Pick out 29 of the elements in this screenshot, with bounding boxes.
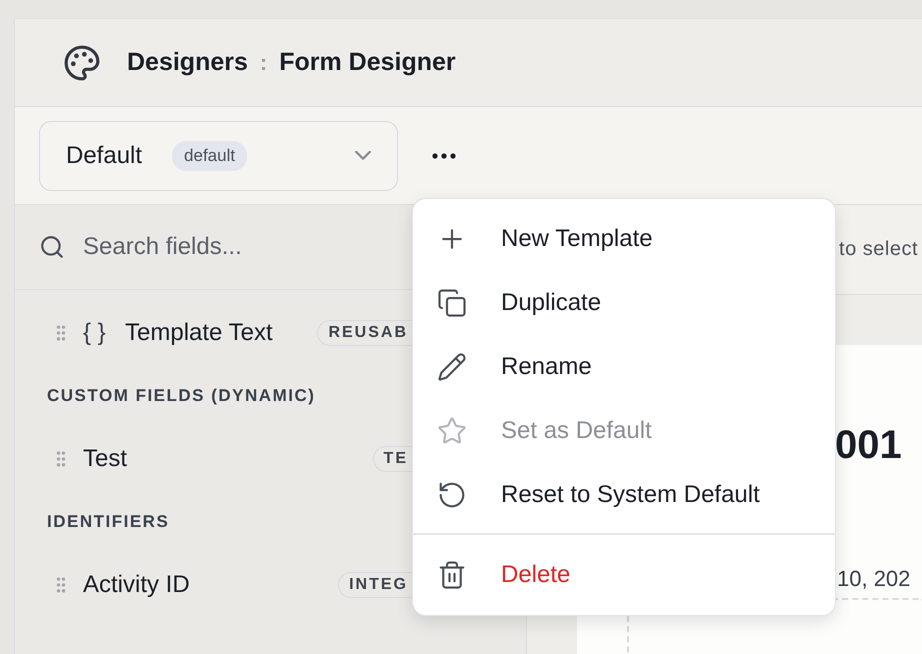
reset-icon bbox=[437, 480, 467, 510]
canvas-hint: to select bbox=[839, 238, 918, 261]
default-badge: default bbox=[172, 140, 248, 170]
copy-icon bbox=[437, 288, 467, 318]
section-heading: CUSTOM FIELDS (DYNAMIC) bbox=[47, 386, 316, 406]
menu-item[interactable]: Duplicate bbox=[413, 271, 835, 335]
field-label[interactable]: Test bbox=[83, 445, 128, 473]
template-select[interactable]: Default default bbox=[39, 120, 398, 190]
trash-icon bbox=[437, 560, 467, 590]
chevron-down-icon bbox=[355, 151, 371, 160]
field-label[interactable]: Template Text bbox=[125, 319, 273, 347]
menu-item[interactable]: Delete bbox=[413, 543, 835, 607]
menu-item[interactable]: Rename bbox=[413, 335, 835, 399]
page-number: 001 bbox=[835, 423, 903, 468]
menu-item[interactable]: Reset to System Default bbox=[413, 463, 835, 527]
ellipsis-icon bbox=[432, 152, 456, 158]
search-field[interactable]: Search fields... bbox=[81, 232, 385, 262]
field-label[interactable]: Activity ID bbox=[83, 571, 190, 599]
section-heading: IDENTIFIERS bbox=[47, 512, 170, 532]
palette-icon bbox=[63, 44, 101, 82]
breadcrumb-section[interactable]: Designers bbox=[127, 48, 248, 77]
pencil-icon bbox=[437, 352, 467, 382]
page-date: 10, 202 bbox=[837, 566, 912, 592]
page-title: Form Designer bbox=[279, 48, 456, 77]
search-icon bbox=[39, 234, 65, 260]
braces-icon: { } bbox=[83, 319, 113, 347]
breadcrumb-separator: : bbox=[260, 50, 268, 76]
menu-item[interactable]: New Template bbox=[413, 207, 835, 271]
star-icon bbox=[437, 416, 467, 446]
